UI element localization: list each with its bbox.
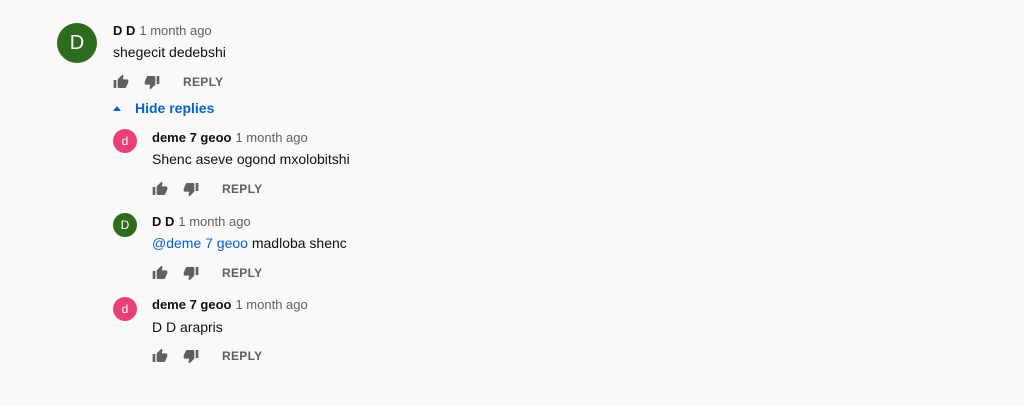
dislike-icon[interactable] xyxy=(144,74,160,90)
reply-author[interactable]: deme 7 geoo xyxy=(152,297,231,312)
reply-text: D D arapris xyxy=(152,317,223,337)
hide-replies-button[interactable]: Hide replies xyxy=(113,100,214,116)
reply-timestamp[interactable]: 1 month ago xyxy=(178,214,250,229)
reply-header: D D 1 month ago xyxy=(152,213,251,231)
reply-text-content: Shenc aseve ogond mxolobitshi xyxy=(152,151,350,167)
hide-replies-label: Hide replies xyxy=(135,100,215,116)
comment-actions: REPLY xyxy=(113,74,223,90)
reply-timestamp[interactable]: 1 month ago xyxy=(235,130,307,145)
like-icon[interactable] xyxy=(152,265,168,281)
reply-text-content: madloba shenc xyxy=(251,235,347,251)
reply-actions: REPLY xyxy=(152,181,262,197)
reply-header: deme 7 geoo 1 month ago xyxy=(152,129,308,147)
reply-button[interactable]: REPLY xyxy=(222,349,262,363)
avatar[interactable]: D xyxy=(57,23,97,63)
dislike-icon[interactable] xyxy=(183,181,199,197)
like-icon[interactable] xyxy=(152,348,168,364)
reply-text-content: D D arapris xyxy=(152,319,223,335)
avatar-letter: D xyxy=(69,31,85,54)
reply-actions: REPLY xyxy=(152,265,262,281)
reply-text: Shenc aseve ogond mxolobitshi xyxy=(152,149,350,169)
reply-author[interactable]: D D xyxy=(152,214,174,229)
avatar-letter: d xyxy=(121,302,129,316)
mention-link[interactable]: @deme 7 geoo xyxy=(152,235,248,251)
like-icon[interactable] xyxy=(113,74,129,90)
comment-text-content: shegecit dedebshi xyxy=(113,44,226,60)
dislike-icon[interactable] xyxy=(183,265,199,281)
reply-timestamp[interactable]: 1 month ago xyxy=(235,297,307,312)
avatar[interactable]: d xyxy=(113,297,137,321)
reply-button[interactable]: REPLY xyxy=(183,75,223,89)
dislike-icon[interactable] xyxy=(183,348,199,364)
like-icon[interactable] xyxy=(152,181,168,197)
caret-up-icon xyxy=(113,105,121,111)
avatar-letter: D xyxy=(120,218,130,232)
reply-button[interactable]: REPLY xyxy=(222,182,262,196)
reply-author[interactable]: deme 7 geoo xyxy=(152,130,231,145)
reply-text: @deme 7 geoo madloba shenc xyxy=(152,233,347,253)
comment-thread: D D D 1 month ago shegecit dedebshi REPLY… xyxy=(0,0,1024,406)
avatar[interactable]: D xyxy=(113,213,137,237)
reply-header: deme 7 geoo 1 month ago xyxy=(152,296,308,314)
avatar[interactable]: d xyxy=(113,129,137,153)
comment-text: shegecit dedebshi xyxy=(113,42,226,62)
reply-actions: REPLY xyxy=(152,348,262,364)
comment-timestamp[interactable]: 1 month ago xyxy=(139,23,211,38)
comment-header: D D 1 month ago xyxy=(113,22,212,40)
avatar-letter: d xyxy=(121,134,129,148)
reply-button[interactable]: REPLY xyxy=(222,266,262,280)
comment-author[interactable]: D D xyxy=(113,23,135,38)
